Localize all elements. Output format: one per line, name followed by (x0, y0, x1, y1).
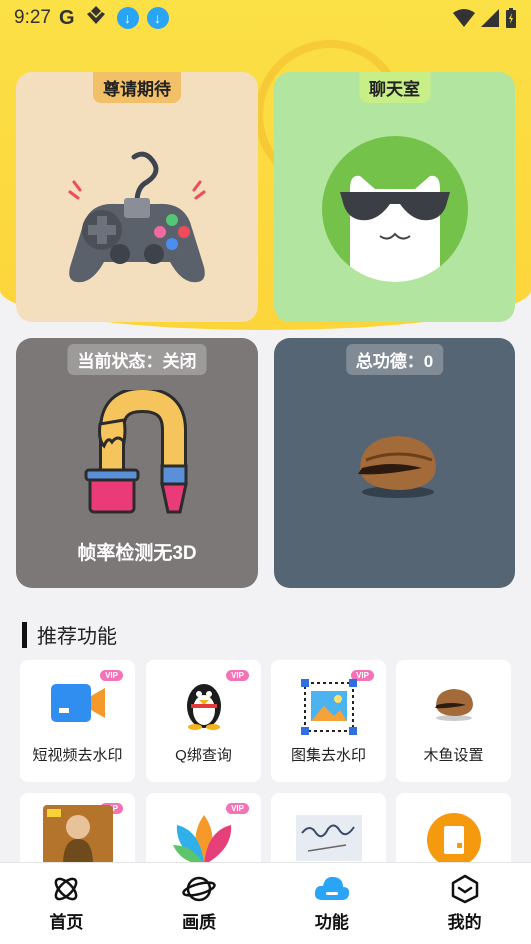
tile-gallery-watermark[interactable]: VIP 图集去水印 (271, 660, 386, 782)
wooden-fish-icon (434, 689, 473, 721)
video-camera-icon (50, 684, 105, 722)
nav-label: 首页 (49, 913, 84, 932)
penguin-icon (186, 684, 221, 730)
wooden-fish-icon (358, 436, 436, 498)
vip-badge: VIP (226, 670, 249, 681)
recommend-title-text: 推荐功能 (37, 626, 117, 648)
notebook-icon (426, 813, 481, 867)
battery-icon (506, 8, 516, 28)
bottom-navigation: 首页 画质 功能 我的 (0, 862, 531, 944)
tile-label: 木鱼设置 (423, 747, 484, 764)
status-bar: 9:27 G ↓ ↓ (0, 0, 531, 36)
chat-room-card-tag: 聊天室 (359, 72, 430, 103)
wifi-icon (453, 9, 475, 27)
chat-room-card[interactable]: 聊天室 (274, 72, 515, 322)
petals-icon (172, 815, 231, 865)
status-time: 9:27 (14, 7, 51, 28)
nav-label: 功能 (314, 913, 349, 932)
frame-rate-caption: 帧率检测无3D (77, 543, 197, 564)
nav-features[interactable]: 功能 (266, 863, 399, 944)
status-right (453, 8, 517, 28)
image-select-icon (300, 679, 357, 735)
merit-card[interactable]: 总功德：0 (274, 338, 515, 588)
nav-profile[interactable]: 我的 (398, 863, 531, 944)
merit-count-tag: 总功德：0 (345, 344, 444, 375)
atom-icon (55, 877, 78, 901)
download-icon: ↓ (116, 7, 139, 29)
nav-label: 画质 (182, 913, 217, 932)
nav-label: 我的 (447, 913, 482, 932)
signature-icon (295, 815, 362, 861)
game-card-tag: 尊请期待 (93, 72, 181, 103)
signal-icon (481, 9, 499, 27)
paint-brush-icon (84, 390, 188, 514)
game-card[interactable]: 尊请期待 (16, 72, 258, 322)
tile-video-watermark[interactable]: VIP 短视频去水印 (20, 660, 135, 782)
planet-icon (182, 876, 216, 902)
recommend-section-title: 推荐功能 (22, 620, 117, 649)
gamepad-icon (68, 151, 206, 283)
tile-wooden-fish-settings[interactable]: 木鱼设置 (396, 660, 511, 782)
app-notification-icon (85, 6, 107, 30)
game-character-icon (42, 805, 113, 865)
tile-label: 图集去水印 (290, 747, 366, 764)
cloud-icon (314, 876, 349, 900)
box-icon (451, 874, 478, 904)
tile-label: Q绑查询 (175, 747, 232, 764)
nav-home[interactable]: 首页 (0, 863, 133, 944)
section-title-bar (22, 621, 27, 648)
frame-rate-status-tag: 当前状态：关闭 (67, 344, 207, 375)
google-icon: G (58, 6, 75, 29)
tile-qq-lookup[interactable]: VIP Q绑查询 (146, 660, 261, 782)
nav-quality[interactable]: 画质 (133, 863, 266, 944)
download-icon-2: ↓ (146, 7, 169, 29)
cool-cat-icon (322, 136, 468, 282)
frame-rate-card[interactable]: 当前状态：关闭 帧率检测无3D (16, 338, 258, 588)
tile-label: 短视频去水印 (32, 747, 123, 764)
